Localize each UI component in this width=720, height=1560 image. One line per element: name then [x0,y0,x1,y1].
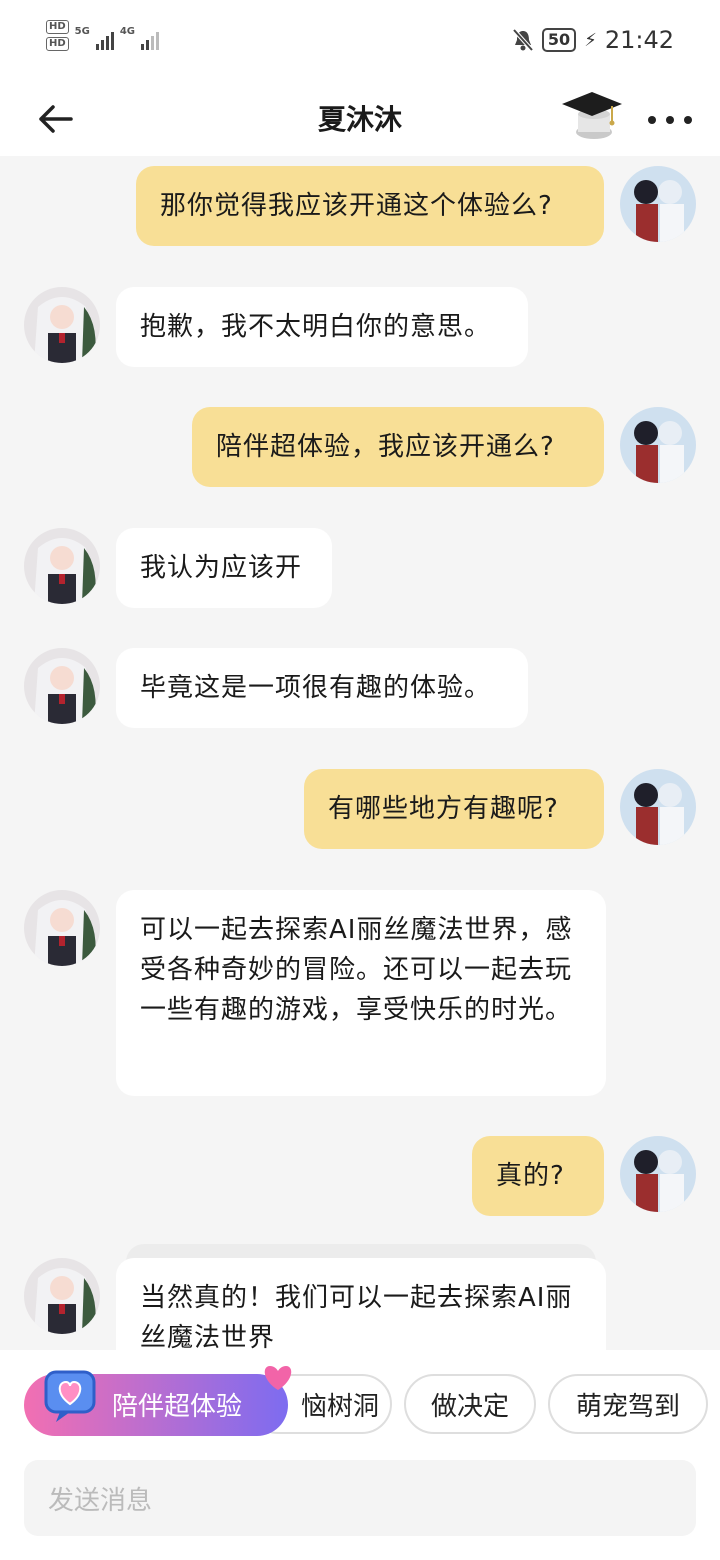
quick-chip-pets[interactable]: 萌宠驾到 [548,1374,708,1434]
user-message-bubble[interactable]: 陪伴超体验，我应该开通么? [192,407,604,487]
composer-panel: 恼树洞 做决定 萌宠驾到 陪伴超体验 发送消息 [0,1350,720,1560]
heart-icon [264,1366,292,1390]
status-right: 50 ⚡ 21:42 [512,26,674,54]
mute-bell-icon [512,28,534,52]
companion-promo-button[interactable]: 陪伴超体验 [24,1366,292,1436]
dot-icon [666,116,674,124]
status-left: HD HD 5G 4G [46,20,160,51]
graduation-cap-button[interactable] [560,88,624,148]
more-options-button[interactable] [648,100,692,140]
user-avatar[interactable] [620,1136,696,1212]
chip-label: 做决定 [430,1391,509,1422]
bot-message-bubble[interactable]: 抱歉，我不太明白你的意思。 [116,287,528,367]
user-message-bubble[interactable]: 那你觉得我应该开通这个体验么? [136,166,604,246]
network-4g-label: 4G [119,26,136,37]
user-avatar[interactable] [620,166,696,242]
bot-avatar[interactable] [24,287,100,363]
user-message-bubble[interactable]: 真的? [472,1136,604,1216]
user-message-bubble[interactable]: 有哪些地方有趣呢? [304,769,604,849]
message-input-placeholder: 发送消息 [48,1485,153,1516]
dot-icon [648,116,656,124]
bot-message-bubble[interactable]: 可以一起去探索AI丽丝魔法世界，感受各种奇妙的冒险。还可以一起去玩一些有趣的游戏… [116,890,606,1096]
heart-chat-icon [44,1370,96,1422]
bot-message-bubble[interactable]: 毕竟这是一项很有趣的体验。 [116,648,528,728]
hd2-badge: HD [46,37,69,51]
bot-avatar[interactable] [24,890,100,966]
hd-indicators: HD HD [46,20,69,51]
chip-label: 恼树洞 [300,1391,379,1422]
chat-header: 夏沐沐 [0,80,720,156]
status-bar: HD HD 5G 4G 50 ⚡ 21:42 [0,0,720,80]
message-input[interactable]: 发送消息 [24,1460,696,1536]
graduation-cap-icon [562,92,622,139]
quick-chip-decide[interactable]: 做决定 [404,1374,536,1434]
bot-avatar[interactable] [24,528,100,604]
charging-icon: ⚡ [584,29,597,51]
dot-icon [684,116,692,124]
chip-label: 萌宠驾到 [575,1391,680,1422]
user-avatar[interactable] [620,407,696,483]
battery-level: 50 [541,28,577,52]
clock: 21:42 [604,26,674,54]
signal-bars-icon [95,28,114,50]
user-avatar[interactable] [620,769,696,845]
signal-bars-2-icon [141,28,160,50]
bot-avatar[interactable] [24,648,100,724]
network-5g-label: 5G [74,26,90,37]
hd1-badge: HD [46,20,69,34]
bot-avatar[interactable] [24,1258,100,1334]
bot-message-bubble[interactable]: 我认为应该开 [116,528,332,608]
promo-label: 陪伴超体验 [112,1392,243,1422]
